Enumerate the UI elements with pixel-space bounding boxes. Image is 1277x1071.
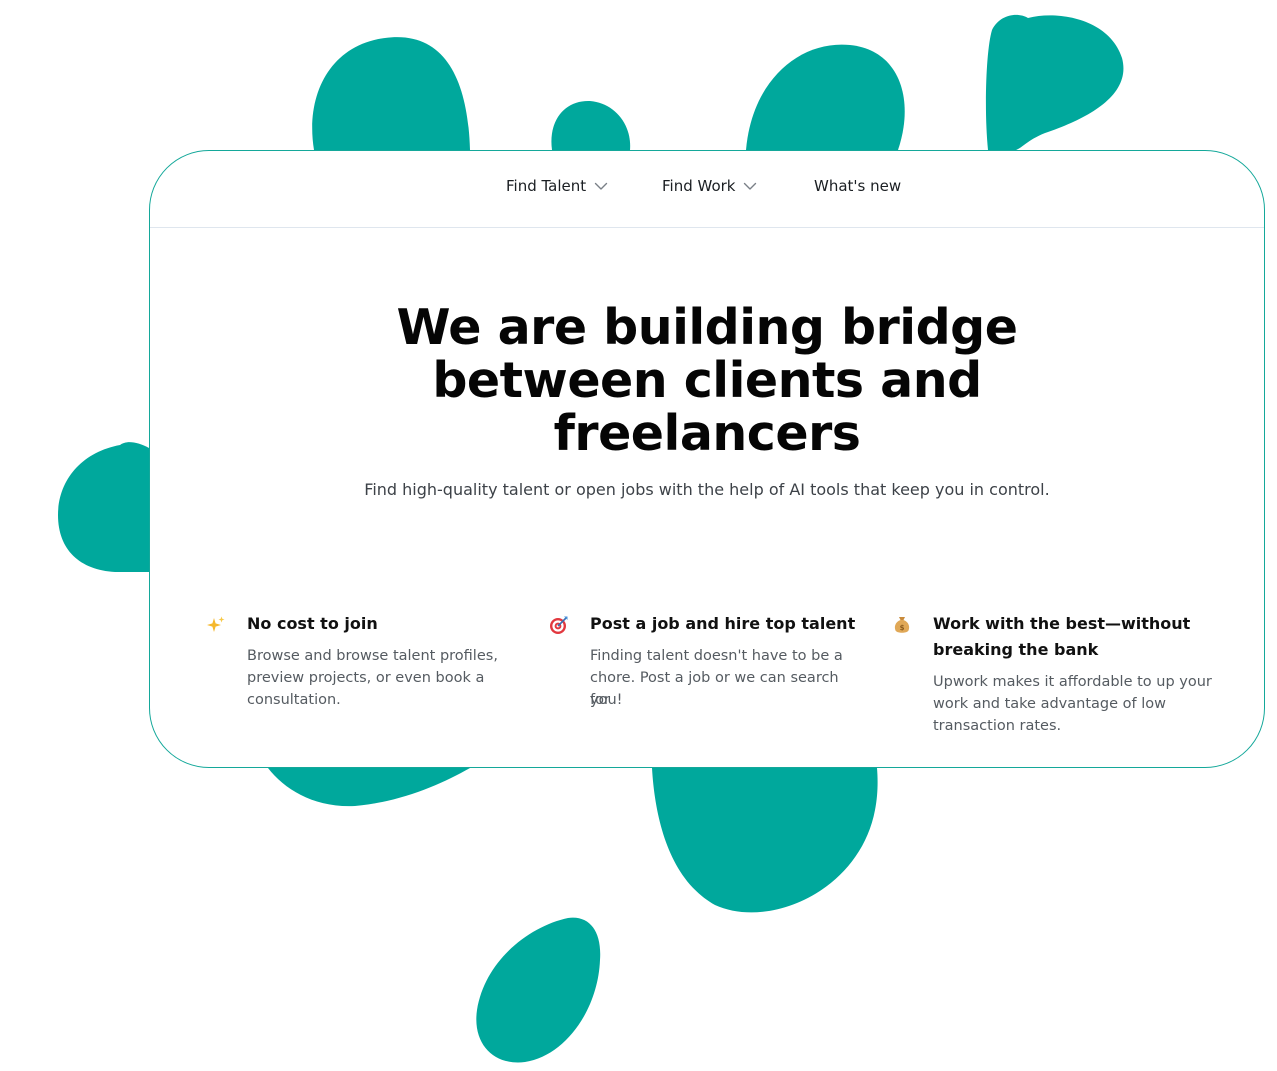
feature-desc-line: preview projects, or even book a [247, 670, 485, 686]
nav-whats-new[interactable]: What's new [814, 177, 901, 195]
nav-whats-new-label: What's new [814, 177, 902, 195]
hero-subtitle: Find high-quality talent or open jobs wi… [364, 480, 1050, 499]
nav-find-work-label: Find Work [662, 177, 736, 195]
hero-title-line: between clients and [432, 352, 982, 409]
blob-top-center [746, 44, 905, 150]
hero-card: Find Talent Find Work What's new We are … [149, 150, 1265, 768]
nav-find-work[interactable]: Find Work [662, 177, 757, 195]
feature-desc-line: chore. Post a job or we can search for [590, 670, 839, 708]
hero-title-line: freelancers [553, 405, 861, 462]
blob-bottom-left [268, 768, 470, 807]
feature-title: Post a job and hire top talent [590, 614, 856, 633]
blob-left [58, 442, 149, 572]
chevron-down-icon [744, 182, 757, 190]
feature-desc-line: you! [590, 692, 623, 708]
feature-desc-line: Finding talent doesn't have to be a [590, 648, 843, 664]
nav-find-talent[interactable]: Find Talent [506, 177, 608, 195]
feature-desc-line: Upwork makes it affordable to up your [933, 674, 1212, 690]
feature-desc-line: consultation. [247, 692, 341, 708]
sparkles-icon [207, 616, 225, 632]
feature-desc-line: transaction rates. [933, 718, 1062, 734]
feature-desc-line: work and take advantage of low [933, 696, 1166, 712]
svg-text:$: $ [900, 624, 905, 632]
nav-find-talent-label: Find Talent [506, 177, 587, 195]
top-nav: Find Talent Find Work What's new [150, 151, 1264, 228]
blob-top-small [551, 100, 631, 150]
chevron-down-icon [594, 182, 608, 190]
blob-top-left [312, 37, 470, 150]
feature-title-line: breaking the bank [933, 640, 1099, 659]
blob-top-right [985, 14, 1124, 151]
hero-title: We are building bridge between clients a… [150, 301, 1264, 460]
feature-title: Work with the best—without breaking the … [933, 611, 1253, 663]
feature-desc-line: Browse and browse talent profiles, [247, 648, 498, 664]
hero-title-line: We are building bridge [396, 299, 1018, 356]
money-bag-icon: $ [894, 617, 910, 633]
target-icon [550, 616, 568, 634]
feature-title-line: Work with the best—without [933, 614, 1191, 633]
blob-bottom-center [652, 768, 878, 913]
feature-title: No cost to join [247, 614, 378, 633]
blob-bottom [476, 917, 601, 1063]
